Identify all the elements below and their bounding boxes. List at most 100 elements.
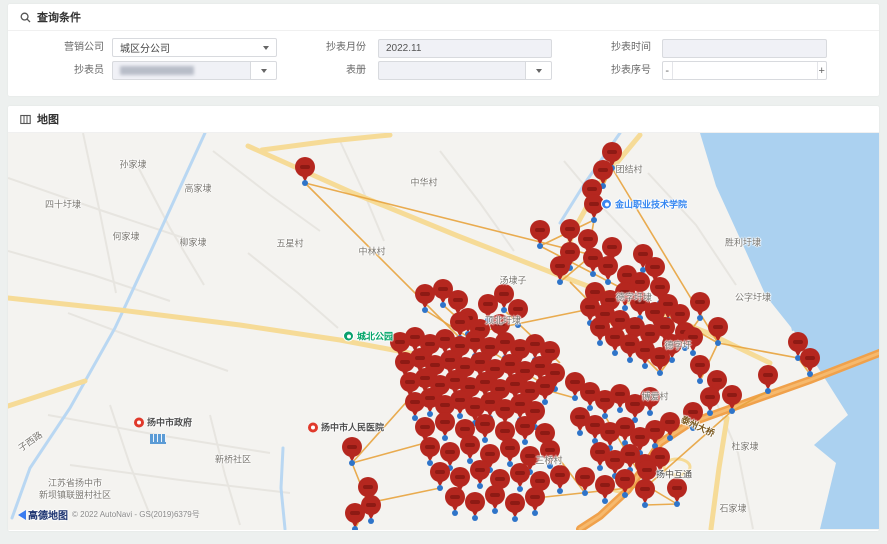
marker-inner-label [430,363,440,367]
marker-anchor-dot [597,465,603,471]
marker-anchor-dot [715,340,721,346]
map-poi[interactable]: 扬中市人民医院 [308,421,384,434]
meter-point-marker[interactable] [530,220,550,246]
marker-inner-label [470,500,480,504]
marker-inner-label [585,305,595,309]
map-poi[interactable]: 扬中市政府 [134,416,192,429]
reader-dropdown-button[interactable] [250,61,277,80]
marker-inner-label [483,302,493,306]
marker-inner-label [660,325,670,329]
map-canvas[interactable]: 孙家埭高家埭四十圩埭何家埭柳家埭五星村中华村中林村团结村胜利圩埭公字圩埭德字圩埭… [8,133,879,530]
marker-inner-label [650,265,660,269]
meter-point-marker[interactable] [295,157,315,183]
month-input[interactable] [378,39,552,58]
marker-inner-label [555,264,565,268]
meter-point-marker[interactable] [615,469,635,495]
marker-inner-label [575,415,585,419]
map-poi[interactable] [150,434,166,444]
meter-point-marker[interactable] [550,256,570,282]
marker-inner-label [763,373,773,377]
meter-point-marker[interactable] [505,493,525,519]
marker-anchor-dot [442,435,448,441]
book-select[interactable] [378,61,552,80]
map-attribution: 高德地图 © 2022 AutoNavi - GS(2019)6379号 [18,507,200,522]
marker-anchor-dot [482,437,488,443]
meter-point-marker[interactable] [415,284,435,310]
map-poi[interactable]: 城北公园 [343,330,393,343]
map-place-label: 博爱村 [641,390,668,403]
map-place-label: 石家埭 [719,502,746,515]
meter-point-marker[interactable] [667,478,687,504]
app-page: { "query_panel": { "title": "查询条件", "com… [0,0,887,544]
time-input[interactable] [662,39,827,58]
marker-inner-label [460,427,470,431]
marker-inner-label [445,358,455,362]
meter-point-marker[interactable] [465,492,485,518]
map-place-label: 扬中互通 [656,468,692,481]
marker-anchor-dot [582,490,588,496]
marker-inner-label [605,298,615,302]
marker-anchor-dot [697,378,703,384]
marker-inner-label [530,495,540,499]
map-place-label: 团结村 [615,163,642,176]
meter-point-marker[interactable] [758,365,778,391]
meter-point-marker[interactable] [420,437,440,463]
company-label: 营销公司 [38,38,104,57]
poi-label: 扬中市政府 [147,416,192,429]
marker-inner-label [350,511,360,515]
amap-triangle-icon [18,510,26,520]
meter-point-marker[interactable] [575,467,595,493]
meter-point-marker[interactable] [405,392,425,418]
serial-input[interactable] [673,62,817,79]
meter-point-marker[interactable] [595,475,615,501]
meter-point-marker[interactable] [485,485,505,511]
marker-inner-label [535,228,545,232]
map-icon [20,114,31,125]
marker-inner-label [615,318,625,322]
meter-point-marker[interactable] [430,462,450,488]
meter-point-marker[interactable] [460,435,480,461]
meter-point-marker[interactable] [708,317,728,343]
marker-anchor-dot [532,510,538,516]
company-select[interactable]: 城区分公司 [112,38,277,57]
meter-point-marker[interactable] [470,460,490,486]
marker-inner-label [525,389,535,393]
meter-point-marker[interactable] [690,292,710,318]
marker-anchor-dot [477,483,483,489]
marker-inner-label [450,495,460,499]
meter-point-marker[interactable] [722,385,742,411]
meter-point-marker[interactable] [510,463,530,489]
marker-inner-label [638,252,648,256]
meter-point-marker[interactable] [800,348,820,374]
book-dropdown-button[interactable] [525,61,552,80]
meter-point-marker[interactable] [550,465,570,491]
serial-plus-button[interactable]: + [817,62,827,79]
meter-point-marker[interactable] [342,437,362,463]
marker-inner-label [300,165,310,169]
meter-point-marker[interactable] [598,256,618,282]
map-place-label: 孙家埭 [119,158,146,171]
location-pin-icon [308,422,318,432]
meter-point-marker[interactable] [635,479,655,505]
meter-point-marker[interactable] [595,390,615,416]
meter-point-marker[interactable] [500,438,520,464]
marker-inner-label [460,365,470,369]
marker-inner-label [625,452,635,456]
map-poi[interactable]: 金山职业技术学院 [601,198,687,211]
meter-point-marker[interactable] [435,412,455,438]
marker-inner-label [420,425,430,429]
meter-point-marker[interactable] [525,487,545,513]
meter-point-marker[interactable] [700,387,720,413]
meter-point-marker[interactable] [345,503,365,529]
serial-minus-button[interactable]: - [663,62,673,79]
marker-inner-label [495,477,505,481]
marker-inner-label [405,380,415,384]
marker-inner-label [420,376,430,380]
marker-anchor-dot [501,307,507,313]
map-place-label: 何家埭 [112,230,139,243]
meter-point-marker[interactable] [445,487,465,513]
reader-select[interactable] [112,61,277,80]
marker-inner-label [425,342,435,346]
marker-anchor-dot [537,243,543,249]
marker-inner-label [480,380,490,384]
